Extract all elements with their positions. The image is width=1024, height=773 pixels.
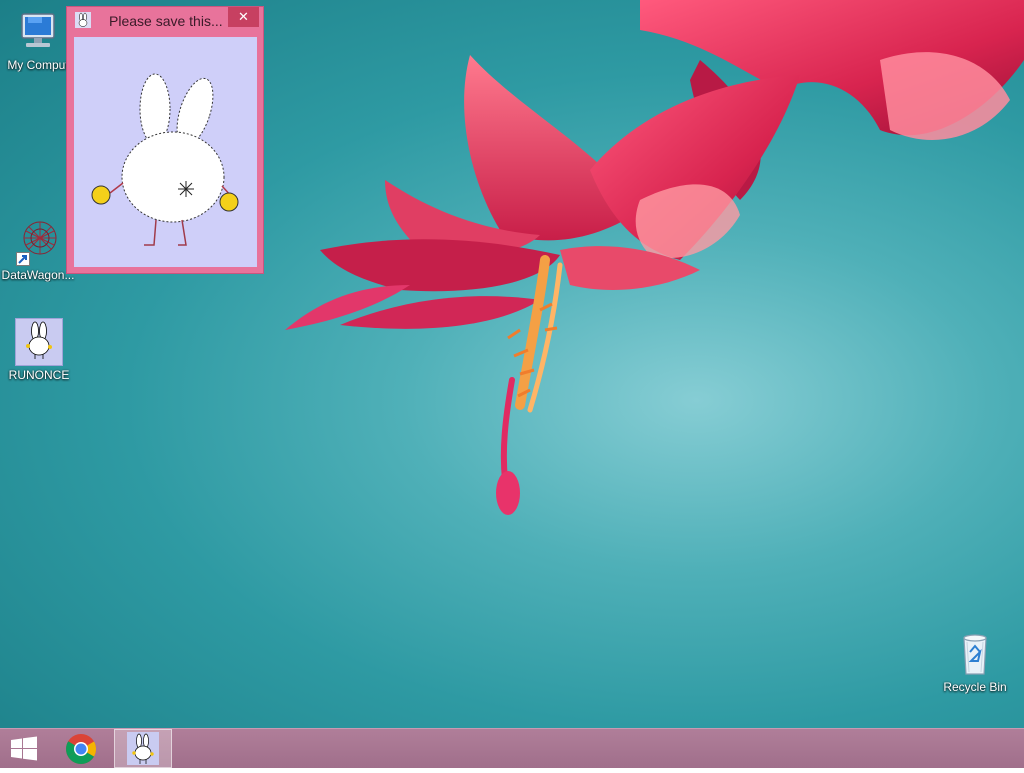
windows-logo-icon [11,736,37,761]
bunny-icon [15,318,63,366]
desktop-icon-label: Recycle Bin [943,680,1007,694]
bunny-icon [127,732,159,765]
desktop-icon-label: My Comput [7,58,69,72]
window-title: Please save this... [109,13,223,29]
taskbar [0,728,1024,768]
desktop-icon-my-computer[interactable]: My Comput [0,8,76,72]
shortcut-arrow-icon [16,252,30,266]
window-titlebar[interactable]: Please save this... ✕ [67,7,263,35]
chrome-taskbar-button[interactable] [56,729,106,768]
runonce-taskbar-button[interactable] [114,729,172,768]
chrome-icon [66,734,97,765]
desktop-icon-label: RUNONCE [8,368,70,382]
desktop-icon-datawagon[interactable]: DataWagon... [0,218,76,282]
start-button[interactable] [0,729,48,768]
desktop-icon-label: DataWagon... [1,268,75,282]
recycle-bin-icon [951,630,999,678]
close-button[interactable]: ✕ [228,7,259,27]
desktop[interactable]: My Comput DataWagon... RUNONCE Recycle B… [0,0,1024,728]
desktop-icon-recycle-bin[interactable]: Recycle Bin [937,630,1013,694]
window-client-area [74,37,257,267]
web-network-icon [14,218,62,266]
computer-icon [14,8,62,56]
runonce-window[interactable]: Please save this... ✕ [66,6,264,274]
desktop-icon-runonce[interactable]: RUNONCE [1,318,77,382]
bunny-drawing [91,73,239,246]
bunny-icon [75,12,91,28]
